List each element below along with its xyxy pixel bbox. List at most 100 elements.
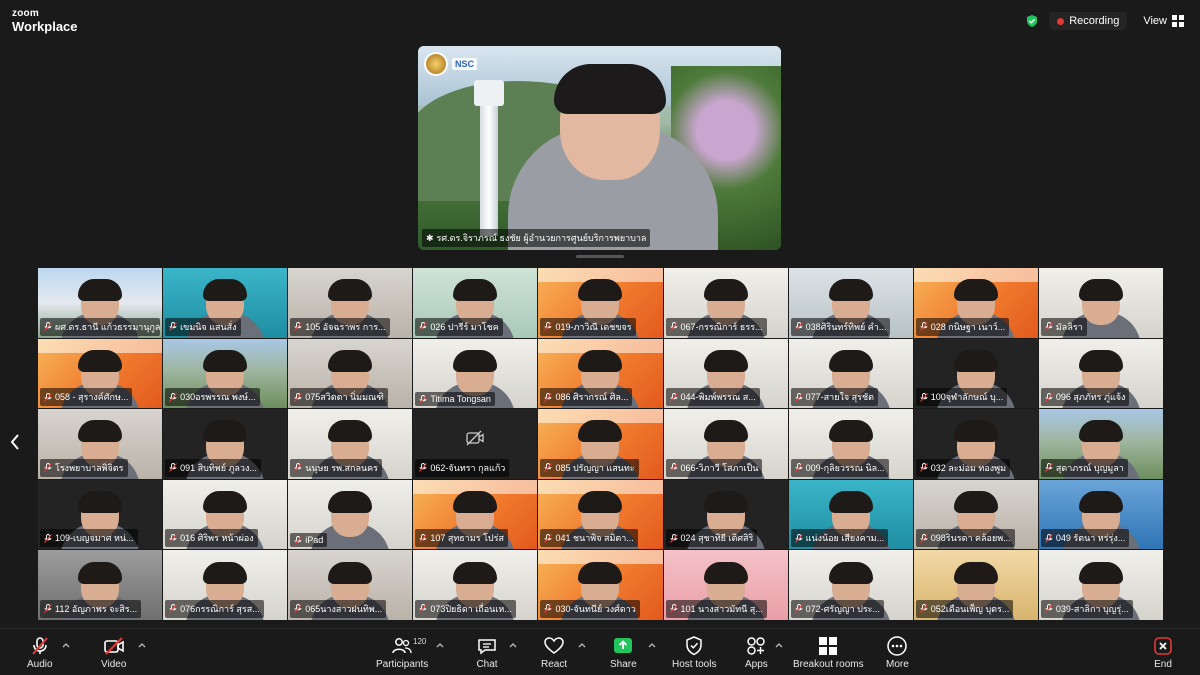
mic-muted-icon — [544, 322, 553, 331]
participant-tile[interactable]: 073ปิยธิดา เถื่อนเห... — [413, 550, 538, 620]
meeting-toolbar: Audio Video Participants 120 Chat React … — [0, 628, 1200, 675]
participant-hair — [203, 279, 248, 302]
participant-tile[interactable]: 044-พิมพ์พรรณ ส... — [663, 338, 788, 409]
participant-tile[interactable]: 105 อัจฉราพร การ... — [288, 268, 413, 338]
participant-tile[interactable]: 016 ศิริพร หน้าผ่อง — [163, 479, 288, 550]
participant-tile[interactable]: 009-กุลิยวรรณ นิล... — [788, 409, 913, 479]
participant-name-tag: 028 กนิษฐา เนาว์... — [915, 317, 1010, 336]
participant-count: 120 — [413, 637, 427, 646]
participant-tile[interactable]: 100จุฬาลักษณ์ บุ... — [913, 338, 1038, 409]
encryption-shield-icon[interactable] — [1025, 14, 1039, 28]
mic-muted-icon — [294, 392, 303, 402]
end-meeting-button[interactable]: End — [1152, 635, 1174, 670]
breakout-rooms-button[interactable]: Breakout rooms — [793, 635, 864, 670]
participant-tile[interactable]: 086 ศิรากรณ์ ศิล... — [538, 338, 663, 409]
participant-tile[interactable]: 091 สิบทิพย์ ภูลวง... — [163, 409, 288, 479]
participant-hair — [703, 420, 748, 443]
mic-muted-icon — [294, 463, 303, 473]
video-button[interactable]: Video — [101, 635, 126, 670]
participant-tile[interactable]: 076กรรณิการ์ สุรส... — [163, 550, 288, 620]
recording-indicator[interactable]: Recording — [1049, 12, 1128, 30]
participant-tile[interactable]: มัลลิรา — [1038, 268, 1163, 338]
participant-name-tag: 030อรพรรณ พงษ์... — [165, 388, 260, 407]
participant-name: 073ปิยธิดา เถื่อนเห... — [430, 603, 512, 614]
participant-tile[interactable]: 101 นางสาวมัทนี สุ... — [663, 550, 788, 620]
participant-tile[interactable]: 075สวิตตา นิ่มมณฑิ — [288, 338, 413, 409]
participant-tile[interactable]: Titima Tongsan — [413, 338, 538, 409]
chat-label: Chat — [476, 659, 498, 670]
react-options-caret-icon[interactable] — [578, 642, 586, 648]
react-button[interactable]: React — [541, 635, 567, 670]
chat-options-caret-icon[interactable] — [509, 642, 517, 648]
participant-tile[interactable]: 052เดือนเพ็ญ บุตร... — [913, 550, 1038, 620]
participant-hair — [328, 349, 373, 372]
brand-line2: Workplace — [12, 19, 78, 34]
participant-tile[interactable]: 098รินรดา คล้อยพ... — [913, 479, 1038, 550]
share-button[interactable]: Share — [610, 635, 637, 670]
participant-tile[interactable]: 030อรพรรณ พงษ์... — [163, 338, 288, 409]
participant-tile[interactable]: 065นางสาวฝนทิพ... — [288, 550, 413, 620]
participant-tile[interactable]: 028 กนิษฐา เนาว์... — [913, 268, 1038, 338]
share-options-caret-icon[interactable] — [648, 642, 656, 648]
apps-options-caret-icon[interactable] — [775, 642, 783, 648]
participant-tile[interactable]: 026 ปารีร์ มาโชค — [413, 268, 538, 338]
participant-tile[interactable]: เขมนิจ แสนสั่ง — [163, 268, 288, 338]
participant-tile[interactable]: ผศ.ดร.ธานี แก้วธรรมานุกูล — [38, 268, 163, 338]
speaker-hair — [554, 64, 666, 114]
participant-tile[interactable]: 112 อัญภาพร จะสิร... — [38, 550, 163, 620]
participants-options-caret-icon[interactable] — [436, 642, 444, 648]
participant-tile[interactable]: 072-ศรัญญา ประ... — [788, 550, 913, 620]
view-button[interactable]: View — [1137, 12, 1190, 30]
university-seal-icon — [424, 52, 448, 76]
participant-tile[interactable]: นนุษย รพ.สกลนคร — [288, 409, 413, 479]
participant-name: 105 อัจฉราพร การ... — [305, 321, 386, 332]
mic-muted-icon — [44, 322, 52, 331]
participant-tile[interactable]: 096 สุภภัทร ภู่แจ้ง — [1038, 338, 1163, 409]
participant-name: 049 รัตนา หร่รุ่ง... — [1055, 533, 1126, 544]
participant-tile[interactable]: 039-สาลิกา บุญรุ่... — [1038, 550, 1163, 620]
participant-name-tag: เขมนิจ แสนสั่ง — [165, 317, 241, 336]
participant-tile[interactable]: 107 สุทธามร โปร่ส — [413, 479, 538, 550]
mic-muted-icon — [1044, 392, 1053, 402]
participant-tile[interactable]: 077-สายใจ สุรชัต — [788, 338, 913, 409]
mic-muted-icon — [419, 322, 428, 331]
video-options-caret-icon[interactable] — [138, 642, 146, 648]
participant-name-tag: 109-เบญจมาศ หน่... — [40, 529, 138, 548]
more-button[interactable]: More — [886, 635, 909, 670]
participant-tile[interactable]: โรงพยาบาลพิจิตร — [38, 409, 163, 479]
participant-name-tag: 026 ปารีร์ มาโชค — [415, 317, 503, 336]
participant-tile[interactable]: 019-ภาวิณี เดชขจร — [538, 268, 663, 338]
resize-handle[interactable] — [576, 255, 624, 258]
participant-name-tag: 009-กุลิยวรรณ นิล... — [790, 458, 889, 477]
participant-tile[interactable]: 038ศิรินทร์ทิพย์ คำ... — [788, 268, 913, 338]
participant-tile[interactable]: 030-จันทนีย์ วงศ์ดาว — [538, 550, 663, 620]
host-tools-button[interactable]: Host tools — [672, 635, 716, 670]
participant-tile[interactable]: 062-จันทรา กุลแก้ว — [413, 409, 538, 479]
participant-tile[interactable]: 085 ปรัญญา แสนทะ — [538, 409, 663, 479]
participant-tile[interactable]: 067-กรรณิการ์ ธรร... — [663, 268, 788, 338]
video-camera-off-icon — [103, 637, 124, 655]
participant-tile[interactable]: 041 ชนาพิจ สมิตา... — [538, 479, 663, 550]
participant-tile[interactable]: 058 - สุรางค์ศักษ... — [38, 338, 163, 409]
audio-options-caret-icon[interactable] — [62, 642, 70, 648]
chat-button[interactable]: Chat — [476, 635, 498, 670]
participant-tile[interactable]: 049 รัตนา หร่รุ่ง... — [1038, 479, 1163, 550]
participant-tile[interactable]: 066-วิภาวี โสภาเป็น — [663, 409, 788, 479]
mic-muted-icon — [794, 604, 803, 614]
participant-name-tag: 024 สุชาทิยี เติศสิริ — [665, 529, 758, 548]
participant-name-tag: 073ปิยธิดา เถื่อนเห... — [415, 599, 516, 618]
participant-hair — [828, 561, 873, 584]
participant-hair — [578, 561, 623, 584]
previous-page-arrow-icon[interactable] — [8, 432, 22, 452]
participant-tile[interactable]: 109-เบญจมาศ หน่... — [38, 479, 163, 550]
participant-name-tag: 030-จันทนีย์ วงศ์ดาว — [540, 599, 640, 618]
audio-button[interactable]: Audio — [27, 635, 53, 670]
participant-tile[interactable]: 032 ละม่อม ทองพูม — [913, 409, 1038, 479]
apps-button[interactable]: Apps — [745, 635, 768, 670]
participant-tile[interactable]: แน่งน้อย เสียงคาม... — [788, 479, 913, 550]
active-speaker-video[interactable]: NSC ✱ รศ.ดร.จิราภรณ์ ธงชัย ผู้อำนวยการศู… — [418, 46, 781, 250]
participant-hair — [578, 490, 623, 513]
participant-tile[interactable]: iPad — [288, 479, 413, 550]
participant-tile[interactable]: สุดาภรณ์ บุญมูลา — [1038, 409, 1163, 479]
participant-tile[interactable]: 024 สุชาทิยี เติศสิริ — [663, 479, 788, 550]
